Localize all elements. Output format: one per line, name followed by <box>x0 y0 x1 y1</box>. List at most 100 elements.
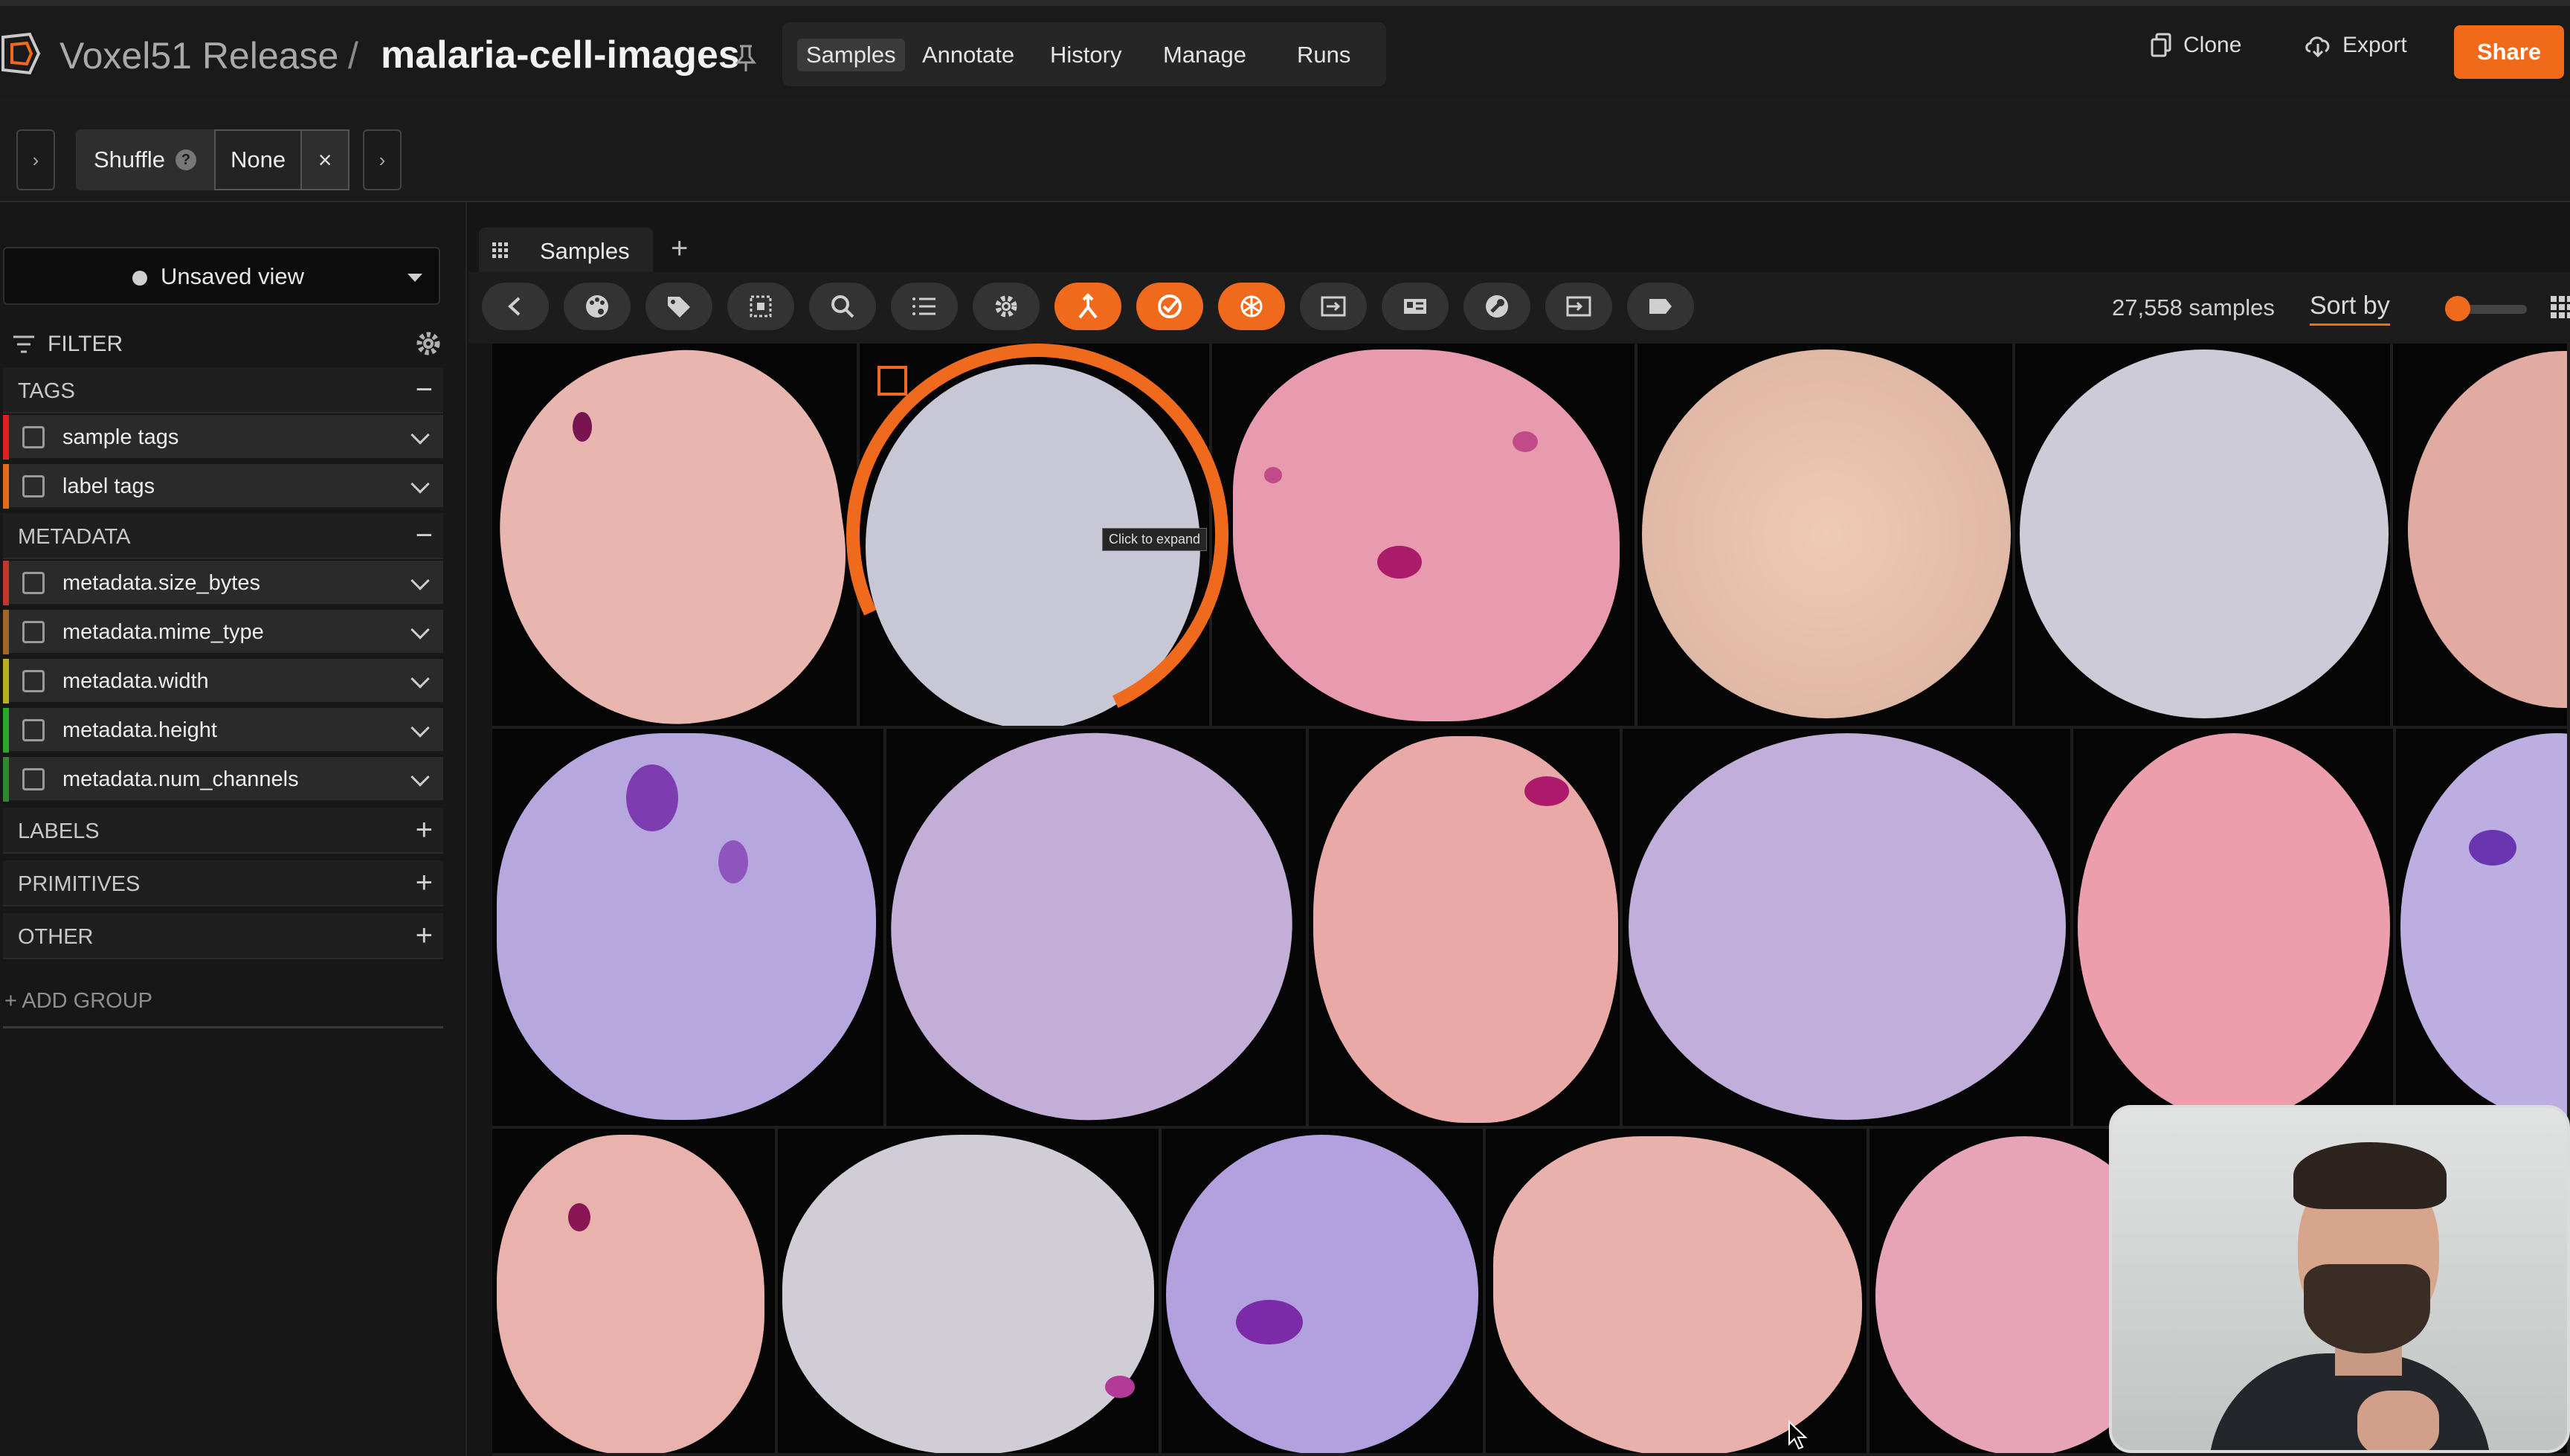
expand-labels-button[interactable]: + <box>416 814 433 846</box>
sample-tile[interactable] <box>2396 729 2570 1129</box>
field-metadata-mime-type[interactable]: metadata.mime_type <box>3 610 443 654</box>
tab-samples[interactable]: Samples <box>479 228 653 272</box>
view-stage-shuffle[interactable]: Shuffle ? None × <box>76 129 350 190</box>
field-metadata-num-channels[interactable]: metadata.num_channels <box>3 757 443 802</box>
field-checkbox[interactable] <box>22 426 45 448</box>
chevron-down-icon[interactable] <box>410 425 430 445</box>
field-metadata-size-bytes[interactable]: metadata.size_bytes <box>3 561 443 605</box>
view-select-label: Unsaved view <box>161 263 304 289</box>
add-group-button[interactable]: + ADD GROUP <box>4 989 152 1014</box>
chevron-down-icon[interactable] <box>410 620 430 640</box>
openai-icon[interactable] <box>1218 283 1285 330</box>
share-button[interactable]: Share <box>2454 25 2564 79</box>
zoom-slider-handle[interactable] <box>2444 296 2470 321</box>
sample-tile[interactable] <box>2393 344 2570 729</box>
sample-tile[interactable] <box>2073 729 2396 1129</box>
list-icon[interactable] <box>891 283 958 330</box>
section-primitives[interactable]: PRIMITIVES + <box>3 860 443 906</box>
sample-tile[interactable] <box>1623 729 2073 1129</box>
sample-tile[interactable] <box>1162 1129 1486 1456</box>
nav-tab-runs[interactable]: Runs <box>1288 39 1359 71</box>
cell-image <box>2020 349 2389 718</box>
chevron-down-icon[interactable] <box>410 718 430 738</box>
clone-button[interactable]: Clone <box>2151 33 2241 58</box>
grid-view-icon[interactable] <box>2551 296 2570 318</box>
select-checkbox[interactable] <box>877 366 907 396</box>
zoom-slider[interactable] <box>2444 296 2527 321</box>
field-checkbox[interactable] <box>22 572 45 594</box>
expand-other-button[interactable]: + <box>416 919 433 952</box>
sample-tile[interactable] <box>492 729 886 1129</box>
tag-icon[interactable] <box>645 283 712 330</box>
add-panel-button[interactable]: + <box>671 232 688 265</box>
parasite-stain <box>2469 830 2516 866</box>
field-metadata-height[interactable]: metadata.height <box>3 708 443 753</box>
remove-stage-button[interactable]: × <box>302 129 350 190</box>
field-label-tags[interactable]: label tags <box>3 464 443 509</box>
sample-tile[interactable] <box>492 1129 778 1456</box>
section-other[interactable]: OTHER + <box>3 913 443 959</box>
gear-icon[interactable] <box>413 329 443 358</box>
chevron-down-icon[interactable] <box>410 571 430 590</box>
sample-tile[interactable] <box>1637 344 2015 729</box>
view-bar-expand-left[interactable]: › <box>16 129 55 190</box>
sample-tile[interactable] <box>1212 344 1637 729</box>
section-metadata[interactable]: METADATA − <box>3 513 443 559</box>
help-icon[interactable]: ? <box>175 149 196 170</box>
export-button[interactable]: Export <box>2304 33 2407 58</box>
search-icon[interactable] <box>809 283 876 330</box>
sample-tile[interactable] <box>1486 1129 1869 1456</box>
nav-tab-manage[interactable]: Manage <box>1154 39 1255 71</box>
stage-param-input[interactable]: None <box>213 129 303 190</box>
field-color-bar <box>3 415 9 460</box>
field-checkbox[interactable] <box>22 621 45 643</box>
check-circle-icon[interactable] <box>1136 283 1203 330</box>
field-checkbox[interactable] <box>22 719 45 741</box>
chevron-down-icon[interactable] <box>410 767 430 787</box>
collapse-metadata-button[interactable]: − <box>416 519 433 552</box>
chevron-down-icon[interactable] <box>410 474 430 494</box>
saved-view-select[interactable]: Unsaved view <box>3 247 440 305</box>
dataset-name[interactable]: malaria-cell-images <box>381 33 740 77</box>
field-sample-tags[interactable]: sample tags <box>3 415 443 460</box>
voxel51-logo-icon[interactable] <box>0 31 42 76</box>
sort-by-button[interactable]: Sort by <box>2310 291 2390 326</box>
sample-tile[interactable] <box>1309 729 1623 1129</box>
panel-enter-icon[interactable] <box>1300 283 1367 330</box>
chevron-down-icon[interactable] <box>410 669 430 689</box>
nav-tab-history[interactable]: History <box>1041 39 1130 71</box>
field-checkbox[interactable] <box>22 475 45 497</box>
sample-tile[interactable] <box>2015 344 2393 729</box>
label-icon[interactable] <box>1627 283 1694 330</box>
settings-icon[interactable] <box>973 283 1040 330</box>
chevron-left-icon[interactable] <box>482 283 549 330</box>
breadcrumb-org[interactable]: Voxel51 Release <box>59 34 338 77</box>
section-labels[interactable]: LABELS + <box>3 808 443 854</box>
nav-tab-samples[interactable]: Samples <box>797 39 905 71</box>
cell-image <box>1166 1135 1478 1453</box>
field-checkbox[interactable] <box>22 670 45 692</box>
export-panel-icon[interactable] <box>1545 283 1612 330</box>
section-tags[interactable]: TAGS − <box>3 367 443 413</box>
sidebar: Unsaved view FILTER TAGS − sample tags l… <box>0 202 467 1456</box>
nav-tab-annotate[interactable]: Annotate <box>913 39 1023 71</box>
palette-icon[interactable] <box>564 283 631 330</box>
view-bar-add-stage[interactable]: › <box>363 129 402 190</box>
card-icon[interactable] <box>1382 283 1449 330</box>
sample-tile[interactable] <box>886 729 1309 1129</box>
sample-tile[interactable] <box>492 344 860 729</box>
merge-icon[interactable] <box>1054 283 1121 330</box>
pin-icon[interactable] <box>735 43 757 73</box>
cloud-download-icon <box>2305 36 2330 57</box>
section-metadata-label: METADATA <box>18 525 131 549</box>
field-color-bar <box>3 757 9 802</box>
stage-name[interactable]: Shuffle ? <box>76 129 214 190</box>
expand-primitives-button[interactable]: + <box>416 866 433 899</box>
select-region-icon[interactable] <box>727 283 794 330</box>
field-metadata-width[interactable]: metadata.width <box>3 659 443 703</box>
collapse-tags-button[interactable]: − <box>416 373 433 406</box>
field-checkbox[interactable] <box>22 768 45 790</box>
sample-tile[interactable] <box>778 1129 1162 1456</box>
section-labels-label: LABELS <box>18 819 100 843</box>
wrench-icon[interactable] <box>1463 283 1530 330</box>
